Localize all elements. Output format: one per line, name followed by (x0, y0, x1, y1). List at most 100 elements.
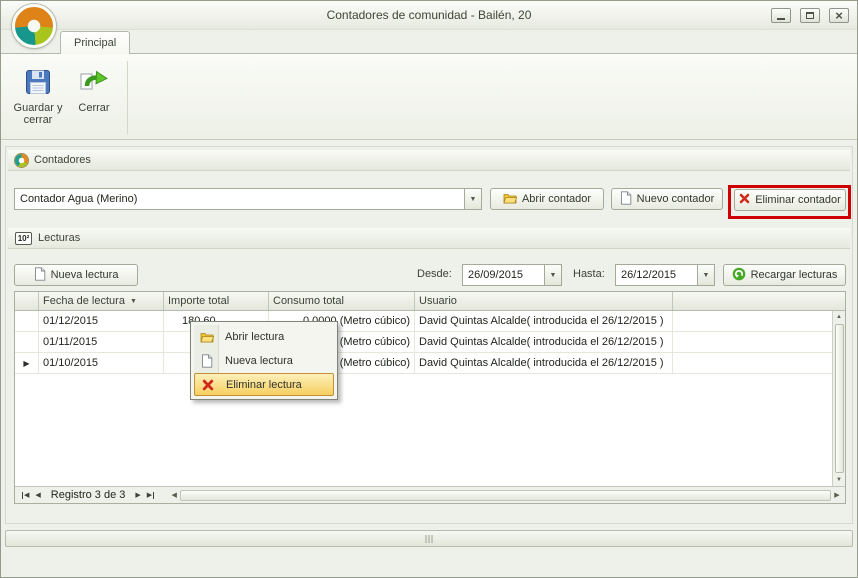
filter-dropdown-icon[interactable]: ▼ (130, 298, 137, 305)
record-counter: Registro 3 de 3 (47, 489, 130, 501)
cell-fecha[interactable]: 01/12/2015 (39, 311, 164, 331)
column-header-fecha[interactable]: Fecha de lectura ▼ (39, 292, 164, 310)
table-row[interactable]: 01/12/2015 180,60 0,0000 (Metro cúbico) … (15, 311, 845, 332)
app-logo-icon[interactable] (12, 4, 56, 48)
row-indicator-cell: ▶ (15, 353, 39, 373)
scrollbar-track[interactable] (180, 490, 831, 501)
menu-item-nueva-lectura[interactable]: Nueva lectura (194, 349, 334, 373)
column-header-label: Consumo total (273, 295, 344, 307)
scroll-up-icon[interactable]: ▲ (836, 311, 842, 323)
scroll-right-icon[interactable]: ▶ (831, 491, 843, 499)
table-row[interactable]: ▶ 01/10/2015 0,0000 (Metro cúbico) David… (15, 353, 845, 374)
nueva-lectura-button[interactable]: Nueva lectura (14, 264, 138, 286)
lecturas-group-title: Lecturas (38, 232, 80, 244)
nuevo-contador-label: Nuevo contador (637, 193, 715, 205)
abrir-contador-button[interactable]: Abrir contador (490, 188, 604, 210)
column-header-importe[interactable]: Importe total (164, 292, 269, 310)
cell-fecha[interactable]: 01/10/2015 (39, 353, 164, 373)
cerrar-button[interactable]: Cerrar (69, 58, 119, 137)
guardar-y-cerrar-label: Guardar y cerrar (9, 102, 67, 126)
tab-label: Principal (74, 37, 116, 49)
cerrar-label: Cerrar (78, 102, 109, 114)
recargar-lecturas-label: Recargar lecturas (751, 269, 838, 281)
lecturas-group-header: 10² Lecturas (8, 228, 850, 249)
window-controls: × (771, 8, 849, 23)
tab-principal[interactable]: Principal (60, 31, 130, 54)
desde-label: Desde: (417, 268, 452, 280)
title-bar[interactable]: Contadores de comunidad - Bailén, 20 × (1, 1, 857, 30)
refresh-icon (732, 267, 746, 284)
ribbon-separator (127, 61, 128, 134)
main-panel: Contadores Contador Agua (Merino) ▼ Abri… (5, 146, 853, 524)
app-window: Contadores de comunidad - Bailén, 20 × P… (0, 0, 858, 578)
row-indicator-cell (15, 311, 39, 331)
bar-icon (153, 492, 154, 499)
minimize-button[interactable] (771, 8, 791, 23)
column-header-usuario[interactable]: Usuario (415, 292, 673, 310)
column-header-empty (673, 292, 845, 310)
contador-combo-dropdown-button[interactable]: ▼ (464, 189, 481, 209)
hasta-dropdown-button[interactable]: ▼ (697, 265, 714, 285)
hasta-date-picker[interactable]: 26/12/2015 ▼ (615, 264, 715, 286)
menu-item-label: Eliminar lectura (226, 379, 302, 391)
table-row[interactable]: 01/11/2015 0,0000 (Metro cúbico) David Q… (15, 332, 845, 353)
restore-icon (806, 12, 814, 19)
new-document-icon (198, 354, 215, 368)
lecturas-grid: Fecha de lectura ▼ Importe total Consumo… (14, 291, 846, 504)
delete-x-icon (199, 379, 216, 391)
grid-vertical-scrollbar[interactable]: ▲ ▼ (832, 311, 845, 486)
contadores-group-title: Contadores (34, 154, 91, 166)
guardar-y-cerrar-button[interactable]: Guardar y cerrar (9, 58, 67, 137)
nueva-lectura-label: Nueva lectura (51, 269, 119, 281)
open-folder-icon (198, 331, 215, 343)
last-record-button[interactable]: ▶ (147, 491, 154, 499)
column-header-label: Fecha de lectura (43, 295, 125, 307)
grid-horizontal-scrollbar[interactable]: ◀ ▶ (168, 489, 843, 502)
cell-usuario[interactable]: David Quintas Alcalde( introducida el 26… (415, 311, 673, 331)
ribbon-tab-row: Principal (1, 30, 857, 53)
contador-combobox[interactable]: Contador Agua (Merino) ▼ (14, 188, 482, 210)
grid-header-row: Fecha de lectura ▼ Importe total Consumo… (15, 292, 845, 311)
chevron-down-icon: ▼ (470, 196, 477, 203)
scroll-down-icon[interactable]: ▼ (836, 474, 842, 486)
recargar-lecturas-button[interactable]: Recargar lecturas (723, 264, 846, 286)
column-header-consumo[interactable]: Consumo total (269, 292, 415, 310)
menu-item-abrir-lectura[interactable]: Abrir lectura (194, 325, 334, 349)
cell-usuario[interactable]: David Quintas Alcalde( introducida el 26… (415, 353, 673, 373)
desde-date-picker[interactable]: 26/09/2015 ▼ (462, 264, 562, 286)
eliminar-contador-button[interactable]: Eliminar contador (734, 189, 846, 211)
prev-record-button[interactable]: ◀ (35, 491, 40, 499)
open-folder-icon (503, 192, 517, 207)
form-horizontal-scrollbar[interactable] (5, 530, 853, 547)
close-icon: × (835, 10, 843, 22)
scroll-left-icon[interactable]: ◀ (168, 491, 180, 499)
scrollbar-thumb[interactable] (835, 324, 844, 473)
cell-usuario[interactable]: David Quintas Alcalde( introducida el 26… (415, 332, 673, 352)
cell-text: 01/10/2015 (43, 357, 98, 369)
chevron-down-icon: ▼ (703, 272, 710, 279)
save-icon (24, 65, 52, 99)
restore-button[interactable] (800, 8, 820, 23)
cell-text: David Quintas Alcalde( introducida el 26… (419, 336, 664, 348)
scrollbar-grip-icon[interactable] (426, 535, 433, 543)
nuevo-contador-button[interactable]: Nuevo contador (611, 188, 723, 210)
ribbon: Guardar y cerrar Cerrar (1, 53, 857, 140)
cell-text: David Quintas Alcalde( introducida el 26… (419, 357, 664, 369)
grid-pager: ◀ ◀ Registro 3 de 3 ▶ ▶ ◀ ▶ (15, 486, 845, 503)
next-record-button[interactable]: ▶ (135, 491, 140, 499)
delete-x-icon (739, 193, 750, 207)
desde-dropdown-button[interactable]: ▼ (544, 265, 561, 285)
context-menu: Abrir lectura Nueva lectura Eliminar lec… (190, 321, 338, 400)
first-record-button[interactable]: ◀ (22, 491, 29, 499)
menu-item-eliminar-lectura[interactable]: Eliminar lectura (194, 373, 334, 396)
cell-empty (673, 311, 845, 331)
cell-fecha[interactable]: 01/11/2015 (39, 332, 164, 352)
hasta-date-value: 26/12/2015 (616, 269, 697, 281)
close-button[interactable]: × (829, 8, 849, 23)
column-header-label: Usuario (419, 295, 457, 307)
abrir-contador-label: Abrir contador (522, 193, 591, 205)
row-indicator-header (15, 292, 39, 310)
new-document-icon (34, 267, 46, 284)
cell-empty (673, 332, 845, 352)
cell-text: David Quintas Alcalde( introducida el 26… (419, 315, 664, 327)
